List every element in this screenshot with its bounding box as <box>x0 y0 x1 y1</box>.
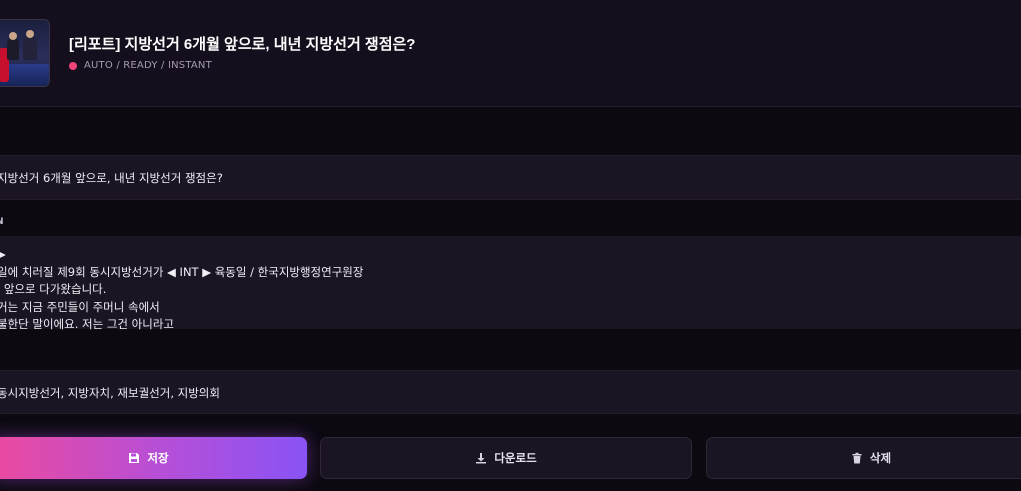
thumbnail-person-left <box>7 38 19 60</box>
page-title: [리포트] 지방선거 6개월 앞으로, 내년 지방선거 쟁점은? <box>69 36 416 53</box>
download-button-label: 다운로드 <box>494 451 537 465</box>
delete-button[interactable]: 삭제 <box>706 437 1021 479</box>
body-line: 거는 지금 주민들이 주머니 속에서 <box>0 299 160 314</box>
body-line: l 앞으로 다가왔습니다. <box>0 282 107 296</box>
thumbnail-person-right <box>23 36 37 60</box>
video-header: [리포트] 지방선거 6개월 앞으로, 내년 지방선거 쟁점은? AUTO / … <box>0 0 1021 107</box>
title-field-value: 지방선거 6개월 앞으로, 내년 지방선거 쟁점은? <box>0 171 223 185</box>
download-button[interactable]: 다운로드 <box>320 437 692 479</box>
body-field-text: ▶ 일에 치러질 제9회 동시지방선거가 ◀ INT ▶ 육동일 / 한국지방행… <box>0 246 363 334</box>
delete-button-label: 삭제 <box>869 451 892 465</box>
body-line: ▶ <box>0 247 6 261</box>
trash-icon <box>852 452 862 464</box>
floppy-disk-icon <box>129 453 140 463</box>
download-icon <box>476 453 487 464</box>
tags-field-value: 동시지방선거, 지방자치, 재보궐선거, 지방의회 <box>0 386 220 400</box>
tags-field[interactable]: 동시지방선거, 지방자치, 재보궐선거, 지방의회 <box>0 370 1021 414</box>
video-thumbnail[interactable] <box>0 19 50 87</box>
body-field-label: N <box>0 217 4 227</box>
save-button[interactable]: 저장 <box>0 437 307 479</box>
body-line: 불한단 말이에요. 저는 그건 아니라고 <box>0 317 174 331</box>
save-button-label: 저장 <box>147 451 169 465</box>
body-field[interactable]: ▶ 일에 치러질 제9회 동시지방선거가 ◀ INT ▶ 육동일 / 한국지방행… <box>0 236 1021 331</box>
status-text: AUTO / READY / INSTANT <box>84 60 212 71</box>
thumbnail-head-left <box>9 32 17 40</box>
thumbnail-head-right <box>26 30 34 38</box>
title-field[interactable]: 지방선거 6개월 앞으로, 내년 지방선거 쟁점은? <box>0 155 1021 200</box>
body-line: 일에 치러질 제9회 동시지방선거가 ◀ INT ▶ 육동일 / 한국지방행정연… <box>0 264 364 279</box>
status-dot-icon <box>69 62 77 70</box>
